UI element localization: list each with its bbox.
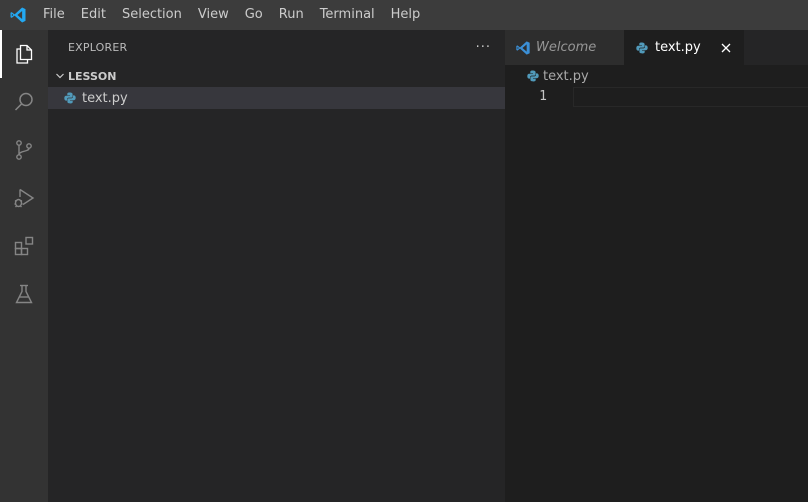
python-icon — [634, 40, 650, 56]
file-label: text.py — [82, 90, 128, 106]
sidebar-title: EXPLORER — [68, 41, 128, 54]
explorer-icon[interactable] — [0, 30, 48, 78]
tab-welcome[interactable]: Welcome — [505, 30, 624, 65]
tab-label: text.py — [655, 40, 701, 55]
line-number: 1 — [539, 89, 547, 104]
menu-edit[interactable]: Edit — [73, 0, 114, 30]
tab-text-py[interactable]: text.py — [624, 30, 744, 65]
folder-section-header[interactable]: LESSON — [48, 65, 505, 87]
menu-go[interactable]: Go — [237, 0, 271, 30]
python-icon — [525, 68, 541, 84]
editor-group: Welcome text.py text.py 1 — [505, 30, 808, 502]
run-debug-icon[interactable] — [0, 174, 48, 222]
vscode-logo-icon — [0, 0, 36, 30]
source-control-icon[interactable] — [0, 126, 48, 174]
file-item[interactable]: text.py — [48, 87, 505, 109]
activity-bar — [0, 30, 48, 502]
tab-label: Welcome — [536, 40, 597, 55]
menu-help[interactable]: Help — [383, 0, 429, 30]
vscode-icon — [515, 40, 531, 56]
menu-bar: File Edit Selection View Go Run Terminal… — [36, 0, 428, 30]
menu-terminal[interactable]: Terminal — [312, 0, 383, 30]
explorer-sidebar: EXPLORER ··· LESSON text.py — [48, 30, 505, 502]
tab-bar: Welcome text.py — [505, 30, 808, 65]
current-line-highlight — [573, 87, 808, 107]
testing-icon[interactable] — [0, 270, 48, 318]
menu-selection[interactable]: Selection — [114, 0, 190, 30]
more-actions-button[interactable]: ··· — [476, 40, 491, 55]
chevron-down-icon — [52, 68, 68, 84]
breadcrumb-file[interactable]: text.py — [543, 69, 589, 84]
menu-file[interactable]: File — [36, 0, 73, 30]
code-editor[interactable]: 1 — [505, 87, 808, 107]
breadcrumb: text.py — [505, 65, 808, 87]
search-icon[interactable] — [0, 78, 48, 126]
close-icon[interactable] — [718, 40, 734, 56]
menu-run[interactable]: Run — [271, 0, 312, 30]
extensions-icon[interactable] — [0, 222, 48, 270]
python-icon — [62, 90, 78, 106]
sidebar-header: EXPLORER ··· — [48, 30, 505, 65]
menu-view[interactable]: View — [190, 0, 237, 30]
folder-title: LESSON — [68, 69, 117, 83]
title-bar: File Edit Selection View Go Run Terminal… — [0, 0, 808, 30]
